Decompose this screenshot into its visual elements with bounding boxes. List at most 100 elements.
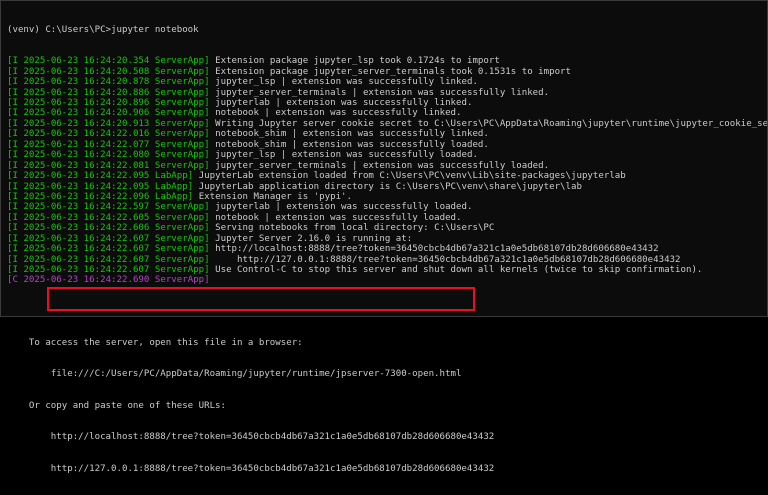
log-level: I	[12, 244, 18, 255]
log-app: ServerApp	[154, 160, 205, 171]
log-output: [I 2025-06-23 16:24:20.354 ServerApp] Ex…	[7, 56, 767, 286]
log-level: I	[12, 108, 18, 119]
log-app: ServerApp	[154, 87, 205, 98]
log-app: ServerApp	[154, 212, 205, 223]
log-app: ServerApp	[154, 108, 205, 119]
log-line: [I 2025-06-23 16:24:22.607 ServerApp] ht…	[7, 254, 681, 265]
log-line: [I 2025-06-23 16:24:22.081 ServerApp] ju…	[7, 160, 550, 171]
log-timestamp: 2025-06-23 16:24:22.597	[23, 202, 150, 213]
log-level: C	[12, 275, 18, 286]
log-app: ServerApp	[154, 223, 205, 234]
log-message: http://127.0.0.1:8888/tree?token=36450cb…	[215, 254, 681, 265]
log-app: ServerApp	[154, 118, 205, 129]
log-timestamp: 2025-06-23 16:24:22.080	[23, 150, 150, 161]
log-timestamp: 2025-06-23 16:24:22.095	[23, 181, 150, 192]
log-timestamp: 2025-06-23 16:24:20.913	[23, 118, 150, 129]
log-timestamp: 2025-06-23 16:24:20.886	[23, 87, 150, 98]
log-level: I	[12, 160, 18, 171]
log-line: [I 2025-06-23 16:24:22.606 ServerApp] Se…	[7, 223, 495, 234]
log-line: [I 2025-06-23 16:24:22.607 ServerApp] Us…	[7, 265, 703, 275]
log-app: LabApp	[154, 181, 188, 192]
file-url[interactable]: file:///C:/Users/PC/AppData/Roaming/jupy…	[7, 369, 767, 379]
log-level: I	[12, 223, 18, 234]
log-level: I	[12, 77, 18, 88]
log-line: [C 2025-06-23 16:24:22.690 ServerApp]	[7, 275, 210, 286]
log-message: Jupyter Server 2.16.0 is running at:	[215, 233, 413, 244]
log-line: [I 2025-06-23 16:24:22.607 ServerApp] Ju…	[7, 233, 413, 244]
log-line: [I 2025-06-23 16:24:22.080 ServerApp] ju…	[7, 150, 478, 161]
loopback-url[interactable]: http://127.0.0.1:8888/tree?token=36450cb…	[7, 464, 767, 474]
log-message: Use Control-C to stop this server and sh…	[215, 265, 703, 275]
log-message: jupyter_server_terminals | extension was…	[215, 160, 550, 171]
log-level: I	[12, 265, 18, 275]
log-level: I	[12, 66, 18, 77]
log-level: I	[12, 212, 18, 223]
log-level: I	[12, 181, 18, 192]
log-timestamp: 2025-06-23 16:24:22.016	[23, 129, 150, 140]
log-line: [I 2025-06-23 16:24:22.095 LabApp] Jupyt…	[7, 171, 626, 182]
log-line: [I 2025-06-23 16:24:22.096 LabApp] Exten…	[7, 191, 353, 202]
log-line: [I 2025-06-23 16:24:22.077 ServerApp] no…	[7, 139, 489, 150]
log-timestamp: 2025-06-23 16:24:22.605	[23, 212, 150, 223]
log-app: ServerApp	[154, 202, 205, 213]
log-timestamp: 2025-06-23 16:24:22.095	[23, 171, 150, 182]
log-timestamp: 2025-06-23 16:24:20.354	[23, 56, 150, 67]
log-level: I	[12, 150, 18, 161]
log-level: I	[12, 87, 18, 98]
log-app: ServerApp	[154, 233, 205, 244]
log-level: I	[12, 98, 18, 108]
log-app: ServerApp	[154, 275, 205, 286]
copy-instructions: Or copy and paste one of these URLs:	[7, 400, 226, 411]
log-line: [I 2025-06-23 16:24:20.896 ServerApp] ju…	[7, 98, 473, 108]
log-timestamp: 2025-06-23 16:24:20.508	[23, 66, 150, 77]
log-app: ServerApp	[154, 254, 205, 265]
log-message: notebook | extension was successfully lo…	[215, 212, 462, 223]
log-level: I	[12, 254, 18, 265]
log-message: jupyter_server_terminals | extension was…	[215, 87, 550, 98]
log-level: I	[12, 139, 18, 150]
log-app: ServerApp	[154, 150, 205, 161]
log-message: jupyterlab | extension was successfully …	[215, 202, 473, 213]
log-message: jupyter_lsp | extension was successfully…	[215, 150, 478, 161]
log-timestamp: 2025-06-23 16:24:22.606	[23, 223, 150, 234]
log-message: Serving notebooks from local directory: …	[215, 223, 495, 234]
log-message: Extension package jupyter_lsp took 0.172…	[215, 56, 500, 67]
log-timestamp: 2025-06-23 16:24:22.690	[23, 275, 150, 286]
log-message: http://localhost:8888/tree?token=36450cb…	[215, 244, 659, 255]
log-level: I	[12, 129, 18, 140]
log-timestamp: 2025-06-23 16:24:22.096	[23, 191, 150, 202]
log-level: I	[12, 202, 18, 213]
log-message: Writing Jupyter server cookie secret to …	[215, 118, 767, 129]
log-level: I	[12, 56, 18, 67]
log-timestamp: 2025-06-23 16:24:22.077	[23, 139, 150, 150]
localhost-url[interactable]: http://localhost:8888/tree?token=36450cb…	[7, 432, 767, 442]
log-line: [I 2025-06-23 16:24:20.508 ServerApp] Ex…	[7, 66, 571, 77]
log-level: I	[12, 191, 18, 202]
log-line: [I 2025-06-23 16:24:20.354 ServerApp] Ex…	[7, 56, 500, 67]
log-message: notebook_shim | extension was successful…	[215, 139, 489, 150]
log-message: Extension package jupyter_server_termina…	[215, 66, 571, 77]
log-app: LabApp	[154, 191, 188, 202]
log-app: LabApp	[154, 171, 188, 182]
log-line: [I 2025-06-23 16:24:20.886 ServerApp] ju…	[7, 87, 550, 98]
log-line: [I 2025-06-23 16:24:22.095 LabApp] Jupyt…	[7, 181, 582, 192]
log-level: I	[12, 171, 18, 182]
log-timestamp: 2025-06-23 16:24:22.607	[23, 244, 150, 255]
url-highlight-box	[47, 287, 475, 311]
log-message: JupyterLab application directory is C:\U…	[198, 181, 582, 192]
log-message: notebook | extension was successfully li…	[215, 108, 462, 119]
log-timestamp: 2025-06-23 16:24:22.081	[23, 160, 150, 171]
access-instructions: To access the server, open this file in …	[7, 338, 303, 349]
command-prompt-line: (venv) C:\Users\PC>jupyter notebook	[7, 24, 199, 35]
log-app: ServerApp	[154, 129, 205, 140]
log-message: jupyter_lsp | extension was successfully…	[215, 77, 478, 88]
terminal-window[interactable]: (venv) C:\Users\PC>jupyter notebook [I 2…	[0, 0, 768, 474]
log-line: [I 2025-06-23 16:24:20.913 ServerApp] Wr…	[7, 119, 767, 129]
log-line: [I 2025-06-23 16:24:20.906 ServerApp] no…	[7, 108, 462, 119]
log-app: ServerApp	[154, 265, 205, 275]
log-line: [I 2025-06-23 16:24:22.016 ServerApp] no…	[7, 129, 489, 140]
log-timestamp: 2025-06-23 16:24:22.607	[23, 254, 150, 265]
log-app: ServerApp	[154, 139, 205, 150]
log-timestamp: 2025-06-23 16:24:20.878	[23, 77, 150, 88]
log-timestamp: 2025-06-23 16:24:20.906	[23, 108, 150, 119]
